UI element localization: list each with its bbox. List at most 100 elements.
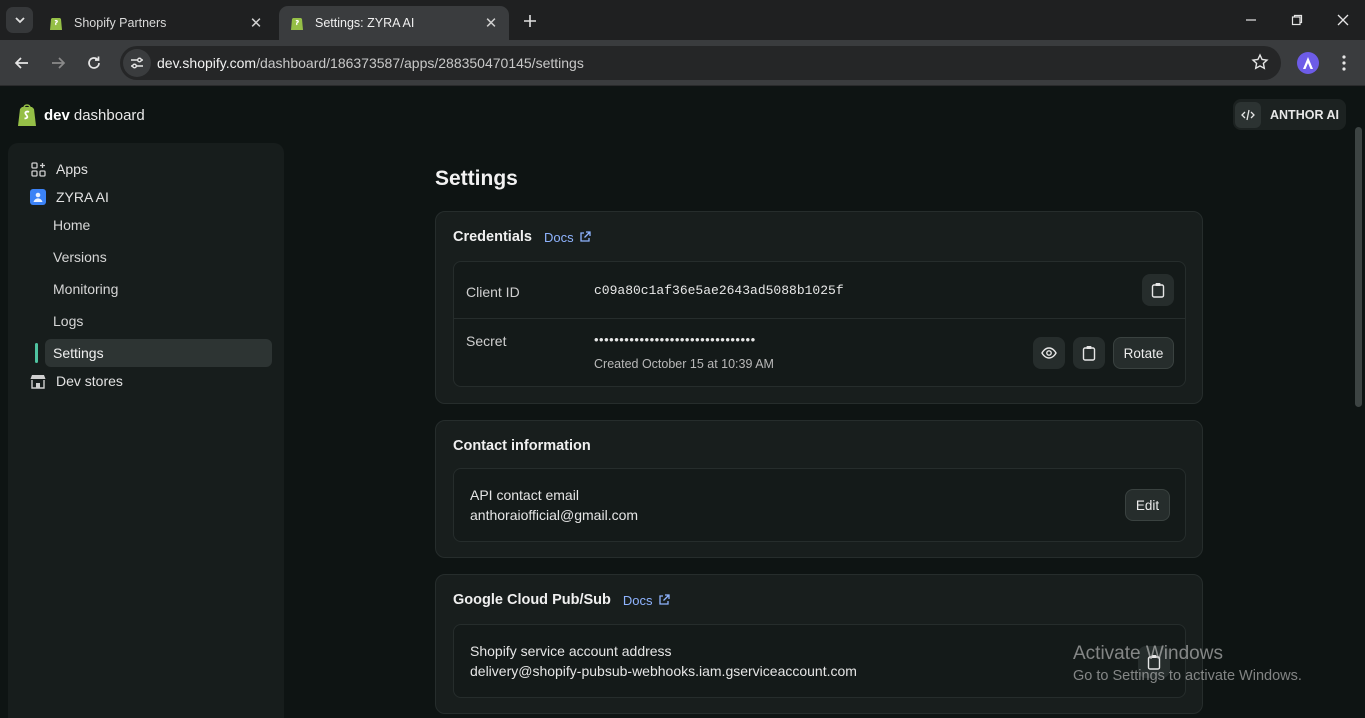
secret-masked-value: •••••••••••••••••••••••••••••••• [594, 332, 756, 347]
sidebar-item-versions[interactable]: Versions [45, 243, 272, 271]
tab-search-button[interactable] [6, 7, 33, 33]
edit-email-button[interactable]: Edit [1125, 489, 1170, 521]
sidebar: Apps ZYRA AI Home Versions Monitoring Lo… [8, 143, 284, 718]
sidebar-item-zyra-ai[interactable]: ZYRA AI [8, 184, 109, 210]
minimize-button[interactable] [1228, 0, 1274, 40]
shopify-bag-icon [18, 104, 36, 126]
tab-title: Settings: ZYRA AI [315, 16, 415, 30]
sidebar-item-apps[interactable]: Apps [8, 156, 88, 182]
brand-text: dashboard [73, 106, 145, 124]
close-icon [1337, 14, 1349, 26]
reload-button[interactable] [80, 49, 108, 77]
sidebar-item-home[interactable]: Home [45, 211, 272, 239]
client-id-label: Client ID [466, 284, 520, 300]
browser-tab-shopify-partners[interactable]: Shopify Partners ✕ [38, 6, 274, 40]
contact-row: API contact email anthoraiofficial@gmail… [453, 468, 1186, 542]
api-contact-email-block: API contact email anthoraiofficial@gmail… [470, 485, 638, 525]
organization-switcher[interactable]: ANTHOR AI [1233, 99, 1346, 130]
card-header: Google Cloud Pub/Sub Docs [453, 592, 670, 608]
sidebar-item-label: ZYRA AI [56, 189, 109, 205]
brand-bold-text: dev [44, 106, 70, 124]
service-account-block: Shopify service account address delivery… [470, 641, 857, 681]
url-text: dev.shopify.com/dashboard/186373587/apps… [157, 55, 584, 71]
eye-icon [1041, 347, 1057, 359]
plus-icon [524, 15, 536, 27]
tab-title: Shopify Partners [74, 16, 167, 30]
credentials-list: Client ID c09a80c1af36e5ae2643ad5088b102… [453, 261, 1186, 387]
divider [454, 318, 1185, 319]
sidebar-item-label: Dev stores [56, 373, 123, 389]
page-scrollbar[interactable] [1355, 127, 1362, 407]
card-title: Google Cloud Pub/Sub [453, 592, 611, 608]
bookmark-star-icon[interactable] [1251, 53, 1269, 76]
app-icon [30, 189, 46, 205]
page-title: Settings [435, 167, 518, 190]
sidebar-item-settings[interactable]: Settings [45, 339, 272, 367]
restore-button[interactable] [1274, 0, 1320, 40]
card-title: Contact information [453, 438, 591, 454]
arrow-right-icon [52, 57, 66, 69]
clipboard-icon [1151, 283, 1165, 298]
brand-logo-link[interactable]: dev dashboard [16, 103, 145, 127]
docs-label: Docs [622, 592, 653, 608]
api-contact-email-value: anthoraiofficial@gmail.com [470, 507, 639, 523]
restore-icon [1291, 14, 1303, 26]
code-icon [1235, 101, 1261, 128]
card-header: Contact information [453, 438, 591, 454]
arrow-left-icon [14, 57, 28, 69]
credentials-card: Credentials Docs Client ID c09a80c1af36e… [435, 211, 1203, 404]
profile-avatar[interactable] [1297, 52, 1319, 74]
external-link-icon [579, 231, 591, 242]
client-id-value[interactable]: c09a80c1af36e5ae2643ad5088b1025f [594, 283, 844, 298]
sidebar-item-label: Home [53, 217, 91, 233]
sidebar-item-label: Logs [53, 313, 84, 329]
docs-link[interactable]: Docs [623, 593, 670, 608]
copy-client-id-button[interactable] [1142, 274, 1174, 306]
browser-menu-button[interactable] [1334, 52, 1354, 74]
reload-icon [88, 56, 100, 69]
apps-grid-icon [30, 161, 46, 177]
more-vertical-icon [1342, 55, 1346, 71]
sidebar-item-label: Apps [56, 161, 88, 177]
shopify-bag-icon [48, 15, 64, 31]
docs-label: Docs [543, 229, 574, 245]
secret-created-text: Created October 15 at 10:39 AM [594, 357, 774, 371]
external-link-icon [658, 594, 670, 605]
sidebar-item-label: Monitoring [53, 281, 119, 297]
close-window-button[interactable] [1320, 0, 1365, 40]
profile-logo-icon [1303, 57, 1313, 69]
url-host: dev.shopify.com [157, 55, 257, 71]
watermark-title: Activate Windows [1073, 643, 1223, 664]
browser-tab-settings[interactable]: Settings: ZYRA AI ✕ [279, 6, 509, 40]
clipboard-icon [1082, 346, 1096, 361]
organization-name: ANTHOR AI [1270, 107, 1339, 122]
card-header: Credentials Docs [453, 229, 591, 245]
forward-button[interactable] [44, 49, 72, 77]
sidebar-item-logs[interactable]: Logs [45, 307, 272, 335]
dev-dashboard-app: dev dashboard ANTHOR AI Apps ZYRA AI Hom… [0, 87, 1365, 718]
back-button[interactable] [8, 49, 36, 77]
minimize-icon [1246, 19, 1256, 21]
reveal-secret-button[interactable] [1033, 337, 1065, 369]
copy-secret-button[interactable] [1073, 337, 1105, 369]
sidebar-item-monitoring[interactable]: Monitoring [45, 275, 272, 303]
url-path: /dashboard/186373587/apps/288350470145/s… [256, 55, 584, 71]
close-tab-icon[interactable]: ✕ [248, 15, 264, 32]
service-account-label: Shopify service account address [470, 643, 672, 659]
secret-label: Secret [466, 333, 507, 349]
active-indicator [35, 343, 38, 363]
browser-toolbar: dev.shopify.com/dashboard/186373587/apps… [0, 40, 1365, 86]
shopify-bag-icon [289, 15, 305, 31]
store-icon [30, 373, 46, 389]
rotate-secret-button[interactable]: Rotate [1113, 337, 1174, 369]
api-contact-email-label: API contact email [470, 487, 579, 503]
new-tab-button[interactable] [519, 10, 541, 32]
card-title: Credentials [453, 229, 532, 245]
chevron-down-icon [14, 17, 25, 24]
sidebar-item-dev-stores[interactable]: Dev stores [8, 368, 123, 394]
address-bar[interactable]: dev.shopify.com/dashboard/186373587/apps… [120, 46, 1281, 80]
docs-link[interactable]: Docs [544, 230, 591, 245]
site-info-icon[interactable] [123, 49, 151, 77]
contact-information-card: Contact information API contact email an… [435, 420, 1203, 558]
close-tab-icon[interactable]: ✕ [483, 15, 499, 32]
